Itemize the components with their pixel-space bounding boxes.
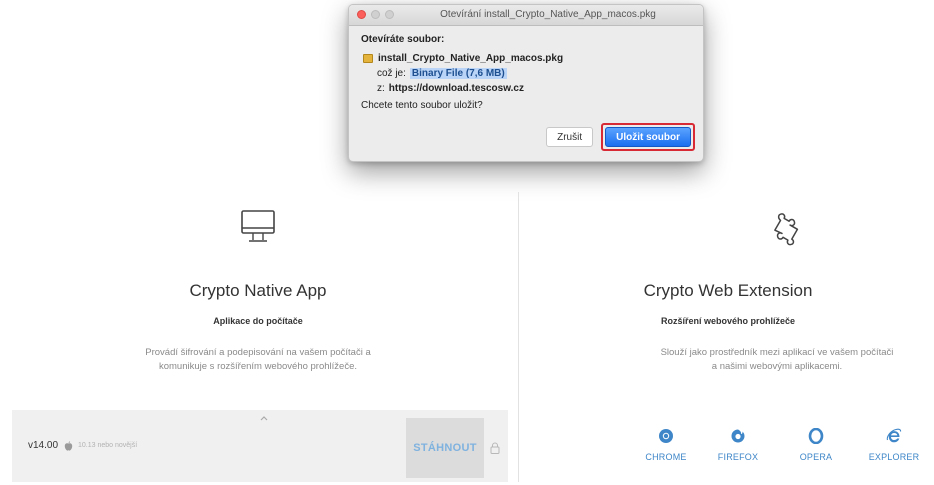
download-bar: v14.00 10.13 nebo novější STÁHNOUT bbox=[12, 410, 508, 482]
puzzle-icon bbox=[774, 213, 799, 246]
file-type-label: což je: bbox=[377, 68, 406, 79]
web-extension-description: Slouží jako prostředník mezi aplikací ve… bbox=[660, 347, 894, 372]
dialog-buttons: Zrušit Uložit soubor bbox=[546, 123, 695, 151]
save-button-highlight: Uložit soubor bbox=[601, 123, 695, 151]
browser-firefox[interactable]: FIREFOX bbox=[708, 428, 768, 462]
file-name: install_Crypto_Native_App_macos.pkg bbox=[378, 53, 564, 64]
opera-icon bbox=[808, 428, 824, 444]
minimize-window-button[interactable] bbox=[371, 10, 380, 19]
browser-explorer[interactable]: EXPLORER bbox=[864, 428, 924, 462]
browser-label: FIREFOX bbox=[717, 452, 759, 462]
native-app-title: Crypto Native App bbox=[189, 281, 327, 300]
browser-chrome[interactable]: CHROME bbox=[636, 428, 696, 462]
file-type-value: Binary File (7,6 MB) bbox=[409, 68, 507, 79]
save-file-dialog: Otevírání install_Crypto_Native_App_maco… bbox=[348, 4, 704, 162]
browser-label: EXPLORER bbox=[868, 452, 920, 462]
dialog-body: Otevíráte soubor: install_Crypto_Native_… bbox=[349, 26, 703, 111]
apple-icon bbox=[64, 441, 73, 451]
browser-opera[interactable]: OPERA bbox=[786, 428, 846, 462]
os-requirement: 10.13 nebo novější bbox=[78, 442, 138, 449]
close-window-button[interactable] bbox=[357, 10, 366, 19]
firefox-icon bbox=[731, 429, 745, 443]
file-source-label: z: bbox=[377, 83, 385, 94]
chevron-up-icon[interactable] bbox=[260, 415, 268, 421]
explorer-icon bbox=[886, 428, 902, 443]
panel-divider bbox=[518, 192, 519, 482]
web-extension-subtitle: Rozšíření webového prohlížeče bbox=[660, 316, 796, 326]
dialog-titlebar: Otevírání install_Crypto_Native_App_maco… bbox=[349, 5, 703, 26]
download-button[interactable]: STÁHNOUT bbox=[406, 418, 484, 478]
native-app-subtitle: Aplikace do počítače bbox=[213, 316, 303, 326]
package-icon bbox=[363, 54, 373, 63]
web-extension-title: Crypto Web Extension bbox=[643, 281, 813, 300]
file-type-row: což je: Binary File (7,6 MB) bbox=[361, 68, 691, 79]
version-label: v14.00 bbox=[28, 440, 59, 451]
native-app-description: Provádí šifrování a podepisování na vaše… bbox=[145, 347, 371, 372]
monitor-icon bbox=[241, 210, 275, 242]
chrome-icon bbox=[659, 429, 673, 443]
file-row: install_Crypto_Native_App_macos.pkg bbox=[361, 53, 691, 64]
browser-list: CHROME FIREFOX OPERA EXPLORER bbox=[636, 428, 934, 478]
browser-label: CHROME bbox=[645, 452, 687, 462]
file-source-row: z: https://download.tescosw.cz bbox=[361, 83, 691, 94]
browser-label: OPERA bbox=[799, 452, 833, 462]
save-file-button[interactable]: Uložit soubor bbox=[605, 127, 691, 147]
dialog-title: Otevírání install_Crypto_Native_App_maco… bbox=[440, 9, 656, 20]
dialog-question: Chcete tento soubor uložit? bbox=[361, 100, 483, 111]
dialog-heading: Otevíráte soubor: bbox=[361, 34, 445, 45]
lock-icon bbox=[490, 442, 500, 454]
file-source-value: https://download.tescosw.cz bbox=[388, 83, 524, 94]
cancel-button[interactable]: Zrušit bbox=[546, 127, 594, 147]
zoom-window-button[interactable] bbox=[385, 10, 394, 19]
